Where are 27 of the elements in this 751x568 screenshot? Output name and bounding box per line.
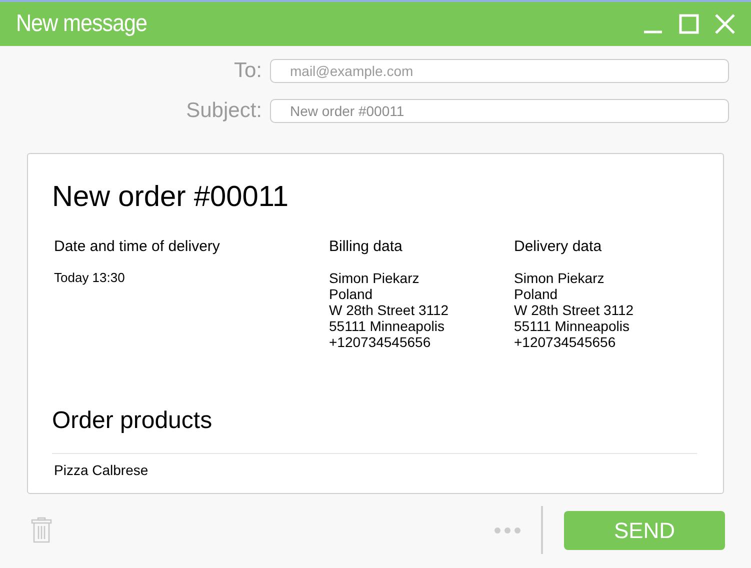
detail-text: +120734545656 — [514, 334, 617, 350]
detail-text: +120734545656 — [329, 334, 432, 350]
window-title: New message — [16, 9, 147, 39]
close-icon[interactable] — [715, 14, 735, 34]
detail-text: 55111 Minneapolis — [329, 318, 446, 334]
detail-text: Simon Piekarz — [514, 270, 606, 286]
detail-text: 55111 Minneapolis — [514, 318, 630, 334]
column-title: Billing data — [329, 236, 404, 256]
detail-text: Today 13:30 — [54, 270, 126, 286]
detail-text: Poland — [514, 286, 559, 302]
send-button[interactable]: SEND — [564, 510, 725, 550]
trash-icon[interactable] — [31, 517, 52, 543]
detail-text: Poland — [329, 286, 374, 302]
order-heading: New order #00011 — [52, 180, 290, 215]
more-icon[interactable] — [494, 526, 521, 534]
column-title: Date and time of delivery — [54, 236, 221, 256]
column-title: Delivery data — [514, 236, 603, 256]
detail-text: W 28th Street 3112 — [514, 302, 635, 318]
products-heading: Order products — [52, 406, 214, 436]
detail-text: Simon Piekarz — [329, 270, 420, 286]
input-field[interactable]: New order #00011 — [270, 99, 729, 123]
detail-text: W 28th Street 3112 — [329, 302, 450, 318]
product-name: Pizza Calbrese — [54, 461, 150, 480]
field-label: To: — [232, 59, 262, 83]
input-field[interactable]: mail@example.com — [270, 59, 729, 83]
field-label: Subject: — [185, 99, 262, 123]
maximize-icon[interactable] — [679, 14, 699, 34]
